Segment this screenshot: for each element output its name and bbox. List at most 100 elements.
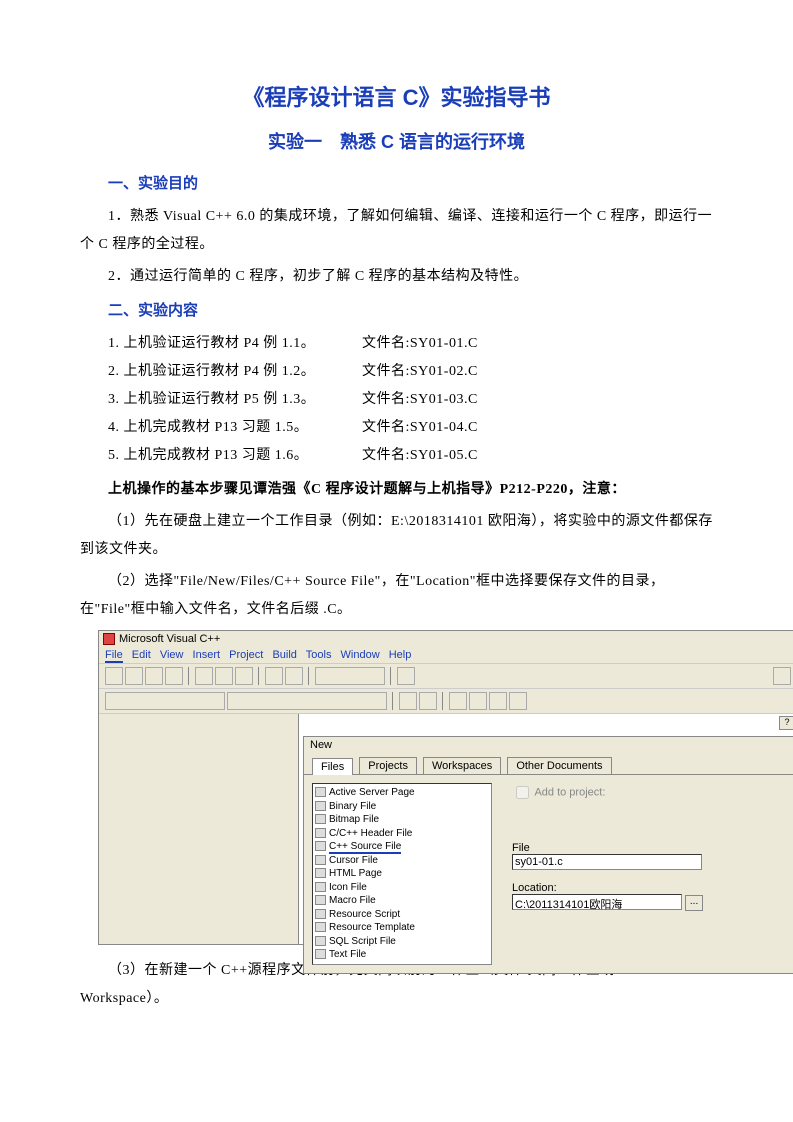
file-icon xyxy=(315,936,326,946)
toolbar-separator xyxy=(258,667,260,685)
app-icon xyxy=(103,633,115,645)
list-item: Icon File xyxy=(315,881,489,895)
toolbar-separator xyxy=(392,692,394,710)
item-filename: 文件名:SY01-02.C xyxy=(362,358,478,386)
menu-edit[interactable]: Edit xyxy=(132,649,151,661)
toolbar-button[interactable] xyxy=(449,692,467,710)
content-item: 5. 上机完成教材 P13 习题 1.6。 文件名:SY01-05.C xyxy=(108,442,713,470)
list-item: C/C++ Header File xyxy=(315,827,489,841)
list-item: Macro File xyxy=(315,894,489,908)
section2-heading: 二、实验内容 xyxy=(108,299,713,320)
step1-text: （1）先在硬盘上建立一个工作目录（例如：E:\2018314101 欧阳海），将… xyxy=(80,508,713,564)
toolbar-button[interactable] xyxy=(489,692,507,710)
ide-menubar: File Edit View Insert Project Build Tool… xyxy=(99,647,793,664)
file-icon xyxy=(315,895,326,905)
file-icon xyxy=(315,828,326,838)
add-to-project-checkbox[interactable]: Add to project: xyxy=(512,783,793,802)
toolbar-button[interactable] xyxy=(265,667,283,685)
toolbar-combo[interactable] xyxy=(105,692,225,710)
menu-insert[interactable]: Insert xyxy=(193,649,221,661)
item-desc: 5. 上机完成教材 P13 习题 1.6。 xyxy=(108,442,358,470)
toolbar-separator xyxy=(442,692,444,710)
content-item: 2. 上机验证运行教材 P4 例 1.2。 文件名:SY01-02.C xyxy=(108,358,713,386)
ide-screenshot: Microsoft Visual C++ File Edit View Inse… xyxy=(98,630,793,945)
menu-build[interactable]: Build xyxy=(272,649,296,661)
dialog-tabs: Files Projects Workspaces Other Document… xyxy=(304,757,793,775)
list-item: SQL Script File xyxy=(315,935,489,949)
new-dialog: New Files Projects Workspaces Other Docu… xyxy=(303,736,793,974)
toolbar-button[interactable] xyxy=(469,692,487,710)
menu-help[interactable]: Help xyxy=(389,649,412,661)
file-label: File xyxy=(512,842,793,854)
toolbar-button[interactable] xyxy=(235,667,253,685)
toolbar-button[interactable] xyxy=(773,667,791,685)
file-icon xyxy=(315,922,326,932)
toolbar-button[interactable] xyxy=(285,667,303,685)
filetype-list[interactable]: Active Server Page Binary File Bitmap Fi… xyxy=(312,783,492,965)
file-input[interactable]: sy01-01.c xyxy=(512,854,702,870)
operation-note: 上机操作的基本步骤见谭浩强《C 程序设计题解与上机指导》P212-P220，注意… xyxy=(80,476,713,504)
toolbar-button[interactable] xyxy=(509,692,527,710)
toolbar-button[interactable] xyxy=(125,667,143,685)
file-icon xyxy=(315,801,326,811)
ide-titlebar: Microsoft Visual C++ xyxy=(99,631,793,647)
toolbar-button[interactable] xyxy=(397,667,415,685)
list-item: Text File xyxy=(315,948,489,962)
list-item: Resource Script xyxy=(315,908,489,922)
toolbar-combo[interactable] xyxy=(315,667,385,685)
list-item: Active Server Page xyxy=(315,786,489,800)
menu-file[interactable]: File xyxy=(105,649,123,663)
toolbar-button[interactable] xyxy=(195,667,213,685)
content-item: 3. 上机验证运行教材 P5 例 1.3。 文件名:SY01-03.C xyxy=(108,386,713,414)
file-icon xyxy=(315,882,326,892)
toolbar-button[interactable] xyxy=(105,667,123,685)
item-filename: 文件名:SY01-03.C xyxy=(362,386,478,414)
item-desc: 1. 上机验证运行教材 P4 例 1.1。 xyxy=(108,330,358,358)
item-filename: 文件名:SY01-05.C xyxy=(362,442,478,470)
browse-button[interactable]: ... xyxy=(685,895,703,911)
file-icon xyxy=(315,841,326,851)
checkbox-icon[interactable] xyxy=(516,786,529,799)
menu-tools[interactable]: Tools xyxy=(306,649,332,661)
list-item: Bitmap File xyxy=(315,813,489,827)
ide-toolbar xyxy=(99,664,793,689)
doc-title: 《程序设计语言 C》实验指导书 xyxy=(80,80,713,112)
toolbar-button[interactable] xyxy=(419,692,437,710)
menu-view[interactable]: View xyxy=(160,649,184,661)
list-item: Resource Template xyxy=(315,921,489,935)
file-icon xyxy=(315,787,326,797)
tab-other-documents[interactable]: Other Documents xyxy=(507,757,611,774)
step2-text: （2）选择"File/New/Files/C++ Source File"，在"… xyxy=(80,568,713,624)
item-filename: 文件名:SY01-04.C xyxy=(362,414,478,442)
list-item: Binary File xyxy=(315,800,489,814)
tab-files[interactable]: Files xyxy=(312,758,353,775)
pane-button[interactable]: ? xyxy=(779,716,793,730)
section1-para2: 2．通过运行简单的 C 程序，初步了解 C 程序的基本结构及特性。 xyxy=(80,263,713,291)
tab-workspaces[interactable]: Workspaces xyxy=(423,757,501,774)
tab-projects[interactable]: Projects xyxy=(359,757,417,774)
toolbar-button[interactable] xyxy=(145,667,163,685)
file-icon xyxy=(315,909,326,919)
list-item: Cursor File xyxy=(315,854,489,868)
toolbar-button[interactable] xyxy=(165,667,183,685)
ide-toolbar2 xyxy=(99,689,793,714)
toolbar-combo[interactable] xyxy=(227,692,387,710)
menu-window[interactable]: Window xyxy=(341,649,380,661)
item-desc: 2. 上机验证运行教材 P4 例 1.2。 xyxy=(108,358,358,386)
menu-project[interactable]: Project xyxy=(229,649,263,661)
file-icon xyxy=(315,855,326,865)
ide-workspace-pane xyxy=(99,714,299,944)
item-desc: 4. 上机完成教材 P13 习题 1.5。 xyxy=(108,414,358,442)
location-label: Location: xyxy=(512,882,793,894)
toolbar-button[interactable] xyxy=(399,692,417,710)
toolbar-button[interactable] xyxy=(215,667,233,685)
toolbar-separator xyxy=(188,667,190,685)
section1-para1: 1．熟悉 Visual C++ 6.0 的集成环境，了解如何编辑、编译、连接和运… xyxy=(80,203,713,259)
list-item-selected: C++ Source File xyxy=(315,840,489,854)
list-item: HTML Page xyxy=(315,867,489,881)
app-title: Microsoft Visual C++ xyxy=(119,633,220,645)
location-input[interactable]: C:\2011314101欧阳海 xyxy=(512,894,682,910)
toolbar-separator xyxy=(308,667,310,685)
file-icon xyxy=(315,814,326,824)
file-icon xyxy=(315,868,326,878)
